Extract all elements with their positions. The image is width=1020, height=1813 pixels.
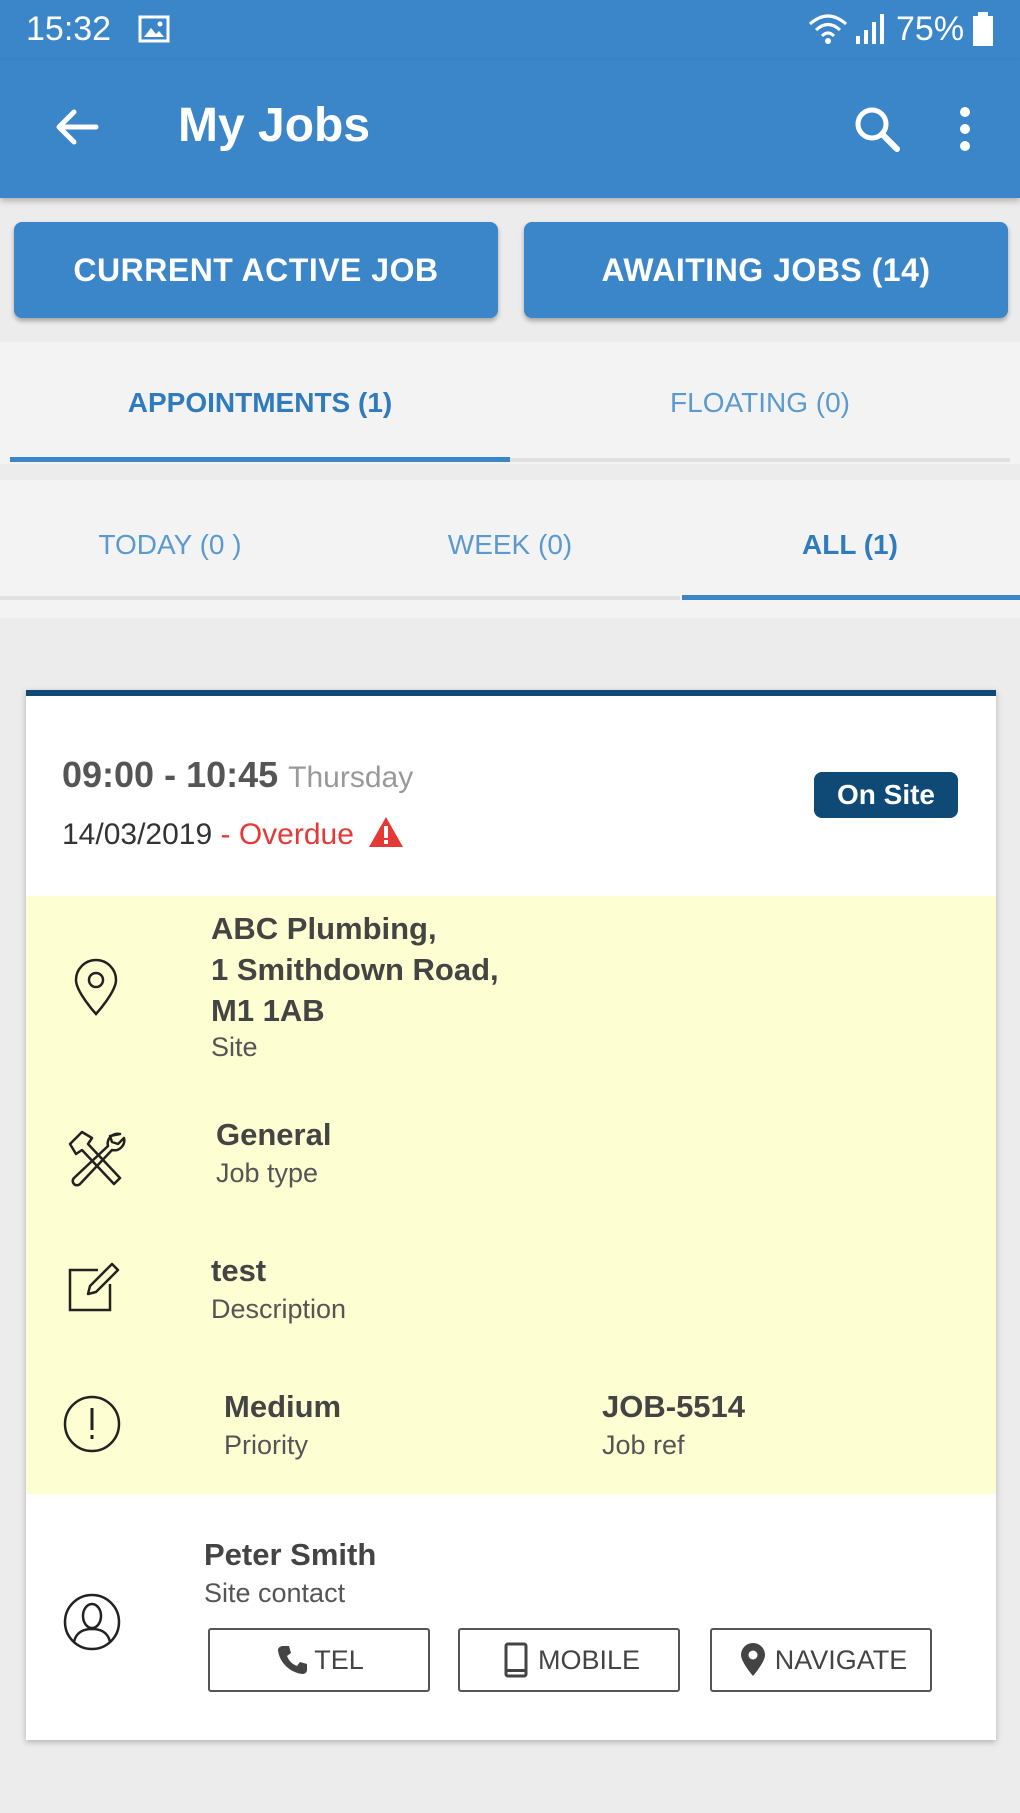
phone-icon xyxy=(278,1646,308,1674)
job-ref-label: Job ref xyxy=(602,1430,685,1460)
current-active-job-button[interactable]: CURRENT ACTIVE JOB xyxy=(14,222,498,318)
job-details: ABC Plumbing, 1 Smithdown Road, M1 1AB S… xyxy=(26,896,996,1494)
search-icon[interactable] xyxy=(852,104,902,154)
description-value: test xyxy=(211,1253,267,1288)
time-range-text: 09:00 - 10:45 xyxy=(62,754,279,795)
location-pin-icon xyxy=(74,958,118,1016)
page-title: My Jobs xyxy=(178,99,371,152)
tab-today[interactable]: TODAY (0 ) xyxy=(0,480,340,610)
status-badge: On Site xyxy=(814,772,958,818)
navigate-label: NAVIGATE xyxy=(774,1644,908,1675)
job-type-value: General xyxy=(216,1117,332,1152)
wifi-icon xyxy=(809,14,847,44)
mobile-label: MOBILE xyxy=(537,1644,641,1675)
job-ref-value: JOB-5514 xyxy=(602,1389,746,1424)
app-bar: My Jobs xyxy=(0,60,1020,198)
back-arrow-icon[interactable] xyxy=(52,102,102,152)
site-label: Site xyxy=(211,1032,258,1062)
contact-label: Site contact xyxy=(204,1578,346,1608)
tel-button[interactable]: TEL xyxy=(208,1628,430,1692)
awaiting-jobs-button[interactable]: AWAITING JOBS (14) xyxy=(524,222,1008,318)
navigate-button[interactable]: NAVIGATE xyxy=(710,1628,932,1692)
status-bar: 15:32 75% xyxy=(0,0,1020,60)
priority-alert-icon xyxy=(63,1395,121,1453)
filter-baseline xyxy=(0,596,680,600)
job-category-tabs: APPOINTMENTS (1) FLOATING (0) xyxy=(0,342,1020,464)
tools-icon xyxy=(68,1130,126,1187)
contact-person-icon xyxy=(63,1593,121,1651)
mobile-button[interactable]: MOBILE xyxy=(458,1628,680,1692)
signal-icon xyxy=(856,14,884,44)
site-line-2: 1 Smithdown Road, xyxy=(211,952,499,987)
tel-label: TEL xyxy=(314,1644,364,1675)
image-icon xyxy=(138,15,170,43)
job-card[interactable]: 09:00 - 10:45 Thursday 14/03/2019 - Over… xyxy=(26,690,996,1740)
contact-name: Peter Smith xyxy=(204,1537,377,1572)
mobile-phone-icon xyxy=(504,1642,528,1678)
date-filter-tabs: TODAY (0 ) WEEK (0) ALL (1) xyxy=(0,480,1020,618)
edit-note-icon xyxy=(68,1262,120,1312)
tab-appointments[interactable]: APPOINTMENTS (1) xyxy=(10,342,510,464)
battery-percent: 75% xyxy=(896,10,965,48)
more-vert-icon[interactable] xyxy=(950,104,980,154)
tab-week[interactable]: WEEK (0) xyxy=(340,480,680,610)
tab-floating[interactable]: FLOATING (0) xyxy=(510,342,1010,464)
overdue-separator: - xyxy=(212,818,239,851)
job-date: 14/03/2019 xyxy=(62,818,213,851)
job-date-line: 14/03/2019 - Overdue xyxy=(62,816,404,852)
navigate-pin-icon xyxy=(740,1643,765,1676)
tab-baseline xyxy=(510,458,1010,462)
job-day: Thursday xyxy=(288,761,414,794)
priority-value: Medium xyxy=(224,1389,342,1424)
battery-icon xyxy=(973,12,993,46)
tab-active-indicator xyxy=(10,457,510,462)
job-time-range: 09:00 - 10:45 Thursday xyxy=(62,754,413,796)
overdue-label: Overdue xyxy=(238,818,354,851)
tab-all[interactable]: ALL (1) xyxy=(680,480,1020,610)
site-line-3: M1 1AB xyxy=(211,993,325,1028)
filter-active-indicator xyxy=(682,595,1020,600)
priority-label: Priority xyxy=(224,1430,309,1460)
site-line-1: ABC Plumbing, xyxy=(211,911,437,946)
job-type-label: Job type xyxy=(216,1158,319,1188)
warning-icon xyxy=(369,817,404,847)
description-label: Description xyxy=(211,1294,347,1324)
site-address: ABC Plumbing, 1 Smithdown Road, M1 1AB xyxy=(211,908,499,1031)
status-time: 15:32 xyxy=(26,10,112,48)
